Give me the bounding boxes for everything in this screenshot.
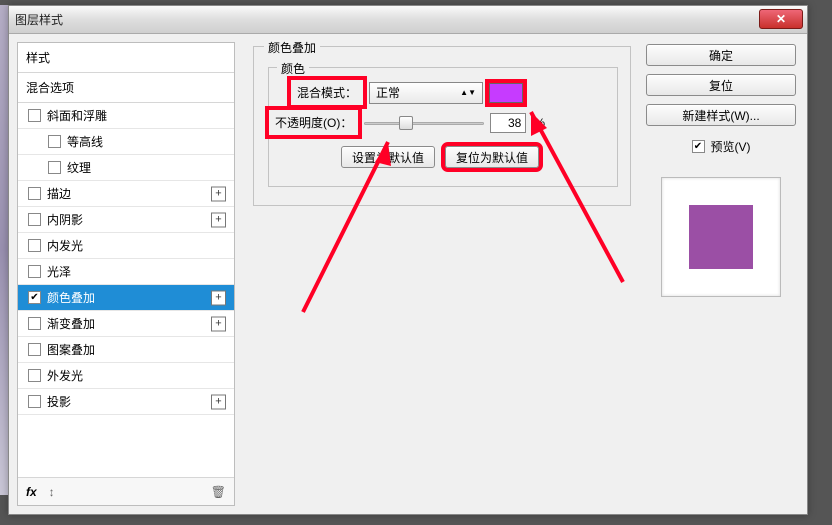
blending-options-row[interactable]: 混合选项 xyxy=(18,73,234,103)
style-row-satin[interactable]: 光泽 xyxy=(18,259,234,285)
arrow-up-down-icon[interactable]: ↕ xyxy=(49,485,55,499)
style-label: 图案叠加 xyxy=(47,341,95,358)
group-title: 颜色 xyxy=(277,60,309,77)
checkbox-icon[interactable] xyxy=(28,369,41,382)
preview-toggle[interactable]: 预览(V) xyxy=(692,138,751,155)
style-row-bevel[interactable]: 斜面和浮雕 xyxy=(18,103,234,129)
add-icon[interactable]: + xyxy=(211,290,226,305)
titlebar[interactable]: 图层样式 ✕ xyxy=(9,6,807,34)
style-row-gradient-overlay[interactable]: 渐变叠加 + xyxy=(18,311,234,337)
checkbox-icon[interactable] xyxy=(692,140,705,153)
blend-mode-label: 混合模式： xyxy=(291,80,363,105)
style-label: 内阴影 xyxy=(47,211,83,228)
dialog-body: 样式 混合选项 斜面和浮雕 等高线 纹理 描边 + xyxy=(9,34,807,514)
style-row-drop-shadow[interactable]: 投影 + xyxy=(18,389,234,415)
opacity-label: 不透明度(O)： xyxy=(269,110,358,135)
style-row-texture[interactable]: 纹理 xyxy=(18,155,234,181)
blend-mode-select[interactable]: 正常 ▲▼ xyxy=(369,82,483,104)
style-label: 颜色叠加 xyxy=(47,289,95,306)
style-row-pattern-overlay[interactable]: 图案叠加 xyxy=(18,337,234,363)
checkbox-icon[interactable] xyxy=(28,291,41,304)
style-label: 纹理 xyxy=(67,159,91,176)
ok-button[interactable]: 确定 xyxy=(646,44,796,66)
checkbox-icon[interactable] xyxy=(48,161,61,174)
new-style-button[interactable]: 新建样式(W)... xyxy=(646,104,796,126)
slider-thumb[interactable] xyxy=(399,116,413,130)
checkbox-icon[interactable] xyxy=(28,265,41,278)
close-button[interactable]: ✕ xyxy=(759,9,803,29)
window-title: 图层样式 xyxy=(15,11,63,28)
styles-panel: 样式 混合选项 斜面和浮雕 等高线 纹理 描边 + xyxy=(17,42,235,506)
color-group: 颜色 混合模式： 正常 ▲▼ 不透明度(O)： xyxy=(268,67,618,187)
checkbox-icon[interactable] xyxy=(28,213,41,226)
checkbox-icon[interactable] xyxy=(28,187,41,200)
close-icon: ✕ xyxy=(776,12,786,26)
checkbox-icon[interactable] xyxy=(28,109,41,122)
percent-label: % xyxy=(532,116,545,130)
background-band xyxy=(0,5,8,495)
style-label: 斜面和浮雕 xyxy=(47,107,107,124)
slider-track xyxy=(364,122,484,125)
preview-swatch xyxy=(689,205,753,269)
preview-box xyxy=(661,177,781,297)
checkbox-icon[interactable] xyxy=(28,317,41,330)
blend-mode-value: 正常 xyxy=(376,84,400,101)
style-label: 内发光 xyxy=(47,237,83,254)
opacity-input[interactable]: 38 xyxy=(490,113,526,133)
style-row-color-overlay[interactable]: 颜色叠加 + xyxy=(18,285,234,311)
style-label: 描边 xyxy=(47,185,71,202)
layer-style-dialog: 图层样式 ✕ 样式 混合选项 斜面和浮雕 等高线 纹理 xyxy=(8,5,808,515)
cancel-button[interactable]: 复位 xyxy=(646,74,796,96)
checkbox-icon[interactable] xyxy=(28,239,41,252)
add-icon[interactable]: + xyxy=(211,394,226,409)
chevron-updown-icon: ▲▼ xyxy=(460,88,476,97)
styles-header[interactable]: 样式 xyxy=(18,43,234,73)
style-row-contour[interactable]: 等高线 xyxy=(18,129,234,155)
style-label: 渐变叠加 xyxy=(47,315,95,332)
reset-default-button[interactable]: 复位为默认值 xyxy=(445,146,539,168)
style-row-outer-glow[interactable]: 外发光 xyxy=(18,363,234,389)
preview-label: 预览(V) xyxy=(711,138,751,155)
add-icon[interactable]: + xyxy=(211,212,226,227)
style-row-inner-glow[interactable]: 内发光 xyxy=(18,233,234,259)
trash-icon[interactable]: 🗑 xyxy=(211,485,226,499)
style-label: 等高线 xyxy=(67,133,103,150)
add-icon[interactable]: + xyxy=(211,316,226,331)
styles-footer: fx ↕ 🗑 xyxy=(18,477,234,505)
color-overlay-fieldset: 颜色叠加 颜色 混合模式： 正常 ▲▼ 不透明度(O)： xyxy=(253,46,631,206)
color-swatch[interactable] xyxy=(489,83,523,103)
checkbox-icon[interactable] xyxy=(28,395,41,408)
section-title: 颜色叠加 xyxy=(264,39,320,56)
settings-panel: 颜色叠加 颜色 混合模式： 正常 ▲▼ 不透明度(O)： xyxy=(243,42,635,506)
set-default-button[interactable]: 设置为默认值 xyxy=(341,146,435,168)
add-icon[interactable]: + xyxy=(211,186,226,201)
style-row-inner-shadow[interactable]: 内阴影 + xyxy=(18,207,234,233)
right-panel: 确定 复位 新建样式(W)... 预览(V) xyxy=(643,42,799,506)
style-label: 投影 xyxy=(47,393,71,410)
fx-menu-icon[interactable]: fx xyxy=(26,485,37,499)
checkbox-icon[interactable] xyxy=(48,135,61,148)
checkbox-icon[interactable] xyxy=(28,343,41,356)
style-row-stroke[interactable]: 描边 + xyxy=(18,181,234,207)
opacity-slider[interactable] xyxy=(364,116,484,130)
style-label: 外发光 xyxy=(47,367,83,384)
style-label: 光泽 xyxy=(47,263,71,280)
